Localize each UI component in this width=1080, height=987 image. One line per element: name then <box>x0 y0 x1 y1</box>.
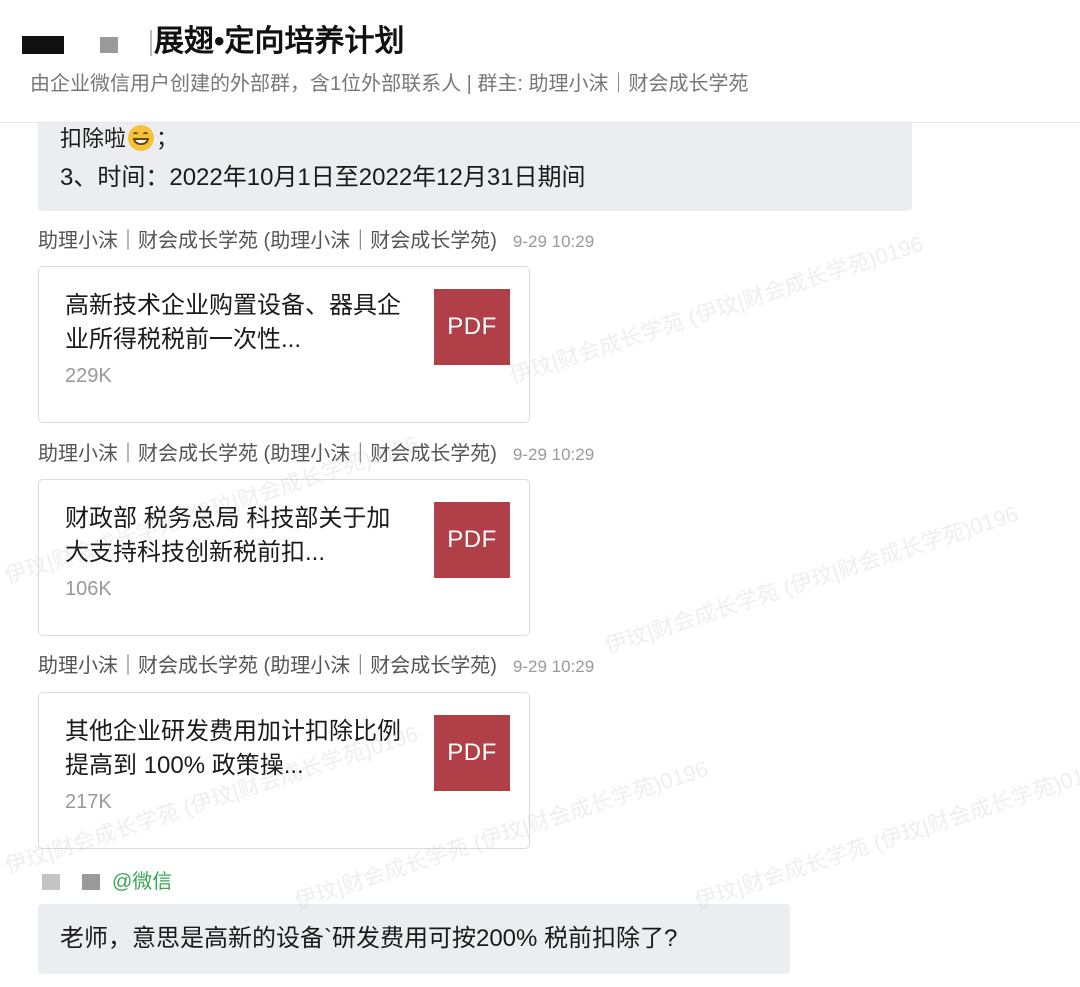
message-time: 9-29 10:29 <box>512 657 595 676</box>
chat-header: 展翅•定向培养计划 由企业微信用户创建的外部群，含1位外部联系人 | 群主: 助… <box>0 0 1080 123</box>
file-name: 高新技术企业购置设备、器具企业所得税税前一次性... <box>65 292 401 353</box>
watermark: 伊玟|财会成长学苑 (伊玟|财会成长学苑)0196 <box>601 500 1022 659</box>
previous-message-line1: 扣除啦 ； <box>60 124 178 154</box>
message-sender: 助理小沫｜财会成长学苑 (助理小沫｜财会成长学苑) 9-29 10:29 <box>38 440 594 469</box>
message-time: 9-29 10:29 <box>512 445 595 464</box>
message-sender: 助理小沫｜财会成长学苑 (助理小沫｜财会成长学苑) 9-29 10:29 <box>38 227 594 256</box>
previous-message-line1-text: 扣除啦 <box>60 126 127 151</box>
message-sender: 助理小沫｜财会成长学苑 (助理小沫｜财会成长学苑) 9-29 10:29 <box>38 652 594 681</box>
file-name: 其他企业研发费用加计扣除比例提高到 100% 政策操... <box>65 718 401 779</box>
redacted-block <box>100 37 118 53</box>
file-size: 106K <box>65 578 112 600</box>
file-card[interactable]: 高新技术企业购置设备、器具企业所得税税前一次性... 229K PDF <box>38 266 530 423</box>
file-size: 229K <box>65 365 112 387</box>
redacted-avatar[interactable] <box>42 874 60 890</box>
previous-message-line2: 3、时间：2022年10月1日至2022年12月31日期间 <box>60 164 586 191</box>
pdf-icon: PDF <box>434 289 510 365</box>
sender-name[interactable]: 助理小沫｜财会成长学苑 (助理小沫｜财会成长学苑) <box>38 443 497 465</box>
pdf-icon: PDF <box>434 502 510 578</box>
redacted-block <box>150 30 152 56</box>
sender-name[interactable]: 助理小沫｜财会成长学苑 (助理小沫｜财会成长学苑) <box>38 230 497 252</box>
file-size: 217K <box>65 791 112 813</box>
chat-area: 扣除啦 ； 3、时间：2022年10月1日至2022年12月31日期间 助理小沫｜… <box>0 0 1080 987</box>
pdf-icon: PDF <box>434 715 510 791</box>
reply-message-text: 老师，意思是高新的设备`研发费用可按200% 税前扣除了? <box>60 925 678 952</box>
reply-message-bubble: 老师，意思是高新的设备`研发费用可按200% 税前扣除了? <box>38 904 790 974</box>
file-card[interactable]: 其他企业研发费用加计扣除比例提高到 100% 政策操... 217K PDF <box>38 692 530 849</box>
group-subtitle: 由企业微信用户创建的外部群，含1位外部联系人 | 群主: 助理小沫｜财会成长学苑 <box>30 73 749 95</box>
previous-message-line1-suffix: ； <box>156 126 179 151</box>
watermark: 伊玟|财会成长学苑 (伊玟|财会成长学苑)0196 <box>691 755 1080 914</box>
previous-message-bubble: 扣除啦 ； 3、时间：2022年10月1日至2022年12月31日期间 <box>38 110 912 211</box>
group-title[interactable]: 展翅•定向培养计划 <box>154 22 405 62</box>
wechat-tag: @微信 <box>112 871 173 893</box>
grinning-face-emoji-icon <box>128 125 155 151</box>
redacted-block <box>22 36 64 54</box>
sender-name[interactable]: 助理小沫｜财会成长学苑 (助理小沫｜财会成长学苑) <box>38 655 497 677</box>
file-name: 财政部 税务总局 科技部关于加大支持科技创新税前扣... <box>65 505 391 566</box>
file-card[interactable]: 财政部 税务总局 科技部关于加大支持科技创新税前扣... 106K PDF <box>38 479 530 636</box>
redacted-name <box>82 874 100 890</box>
message-time: 9-29 10:29 <box>512 232 595 251</box>
